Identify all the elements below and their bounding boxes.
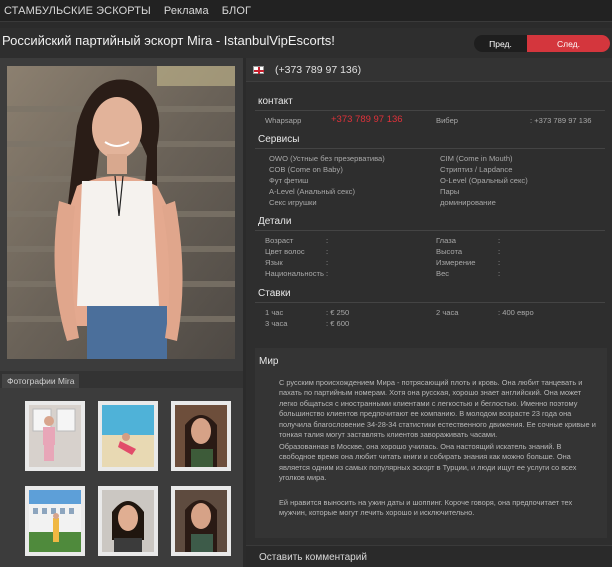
whatsapp-number[interactable]: +373 789 97 136 [331, 114, 403, 125]
detail-language-label: Язык [265, 258, 283, 267]
gallery-thumb-5[interactable] [98, 486, 158, 556]
rate-1h-label: 1 час [265, 308, 284, 317]
detail-colon: : [326, 258, 329, 267]
detail-colon: : [326, 247, 329, 256]
gallery-header: Фотографии Mira [0, 371, 243, 388]
nav-link-advertising[interactable]: Реклама [164, 5, 209, 17]
service-item: OWO (Устные без презерватива) [269, 154, 385, 163]
prev-button[interactable]: Пред. [474, 35, 527, 52]
rate-3h-label: 3 часа [265, 319, 288, 328]
service-item: доминирование [440, 198, 496, 207]
about-paragraph-3: Ей нравится выносить на ужин даты и шопп… [279, 498, 573, 518]
gallery-thumb-3[interactable] [171, 401, 231, 471]
rate-3h-value: : € 600 [326, 319, 350, 328]
top-navigation: СТАМБУЛЬСКИЕ ЭСКОРТЫ Реклама БЛОГ [0, 0, 612, 22]
service-item: Фут фетиш [269, 176, 309, 185]
whatsapp-label: Whapsapp [265, 116, 302, 125]
nav-link-istanbul-escorts[interactable]: СТАМБУЛЬСКИЕ ЭСКОРТЫ [4, 5, 151, 17]
service-item: Стриптиз / Lapdance [440, 165, 513, 174]
gallery-thumb-4[interactable] [25, 486, 85, 556]
services-heading: Сервисы [258, 134, 300, 145]
phone-number[interactable]: (+373 789 97 136) [275, 64, 361, 76]
phone-bar: (+373 789 97 136) [246, 58, 612, 82]
detail-colon: : [498, 236, 501, 245]
detail-eyes-label: Глаза [436, 236, 456, 245]
detail-colon: : [326, 269, 329, 278]
detail-colon: : [498, 258, 501, 267]
about-paragraph-2: Образованная в Москве, она хорошо училас… [279, 442, 577, 483]
detail-age-label: Возраст [265, 236, 294, 245]
service-item: O-Level (Оральный секс) [440, 176, 528, 185]
viber-label: Вибер [436, 116, 459, 125]
service-item: Секс игрушки [269, 198, 317, 207]
about-heading: Мир [259, 356, 279, 367]
next-button[interactable]: След. [527, 35, 610, 52]
rate-1h-value: : € 250 [326, 308, 350, 317]
gallery-label: Фотографии Mira [2, 374, 80, 388]
contacts-heading: контакт [258, 96, 293, 107]
service-item: Пары [440, 187, 460, 196]
rates-divider [255, 302, 605, 303]
rates-heading: Ставки [258, 288, 291, 299]
rate-2h-label: 2 часа [436, 308, 459, 317]
main-photo[interactable] [7, 66, 235, 359]
left-column: Фотографии Mira [0, 58, 243, 567]
details-divider [255, 230, 605, 231]
title-bar: Российский партийный эскорт Mira - Istan… [0, 28, 612, 58]
comment-section: Оставить комментарий [246, 545, 612, 567]
right-column: (+373 789 97 136) контакт Whapsapp +373 … [246, 58, 612, 567]
detail-colon: : [326, 236, 329, 245]
service-item: CIM (Come in Mouth) [440, 154, 513, 163]
gallery-thumb-1[interactable] [25, 401, 85, 471]
detail-height-label: Высота [436, 247, 463, 256]
detail-measurements-label: Измерение [436, 258, 476, 267]
details-heading: Детали [258, 216, 292, 227]
rate-2h-value: : 400 евро [498, 308, 534, 317]
nav-link-blog[interactable]: БЛОГ [222, 5, 251, 17]
detail-colon: : [498, 269, 501, 278]
about-panel: Мир С русским происхождением Мира - потр… [255, 348, 607, 538]
service-item: COB (Come on Baby) [269, 165, 343, 174]
detail-weight-label: Вес [436, 269, 450, 278]
gallery-thumb-6[interactable] [171, 486, 231, 556]
detail-colon: : [498, 247, 501, 256]
contacts-divider [255, 110, 605, 111]
pager: Пред. След. [474, 35, 610, 52]
page-title: Российский партийный эскорт Mira - Istan… [2, 33, 335, 48]
comment-heading[interactable]: Оставить комментарий [259, 552, 367, 563]
services-divider [255, 148, 605, 149]
about-paragraph-1: С русским происхождением Мира - потрясаю… [279, 378, 596, 440]
viber-number[interactable]: : +373 789 97 136 [530, 116, 591, 125]
detail-hair-label: Цвет волос [265, 247, 305, 256]
service-item: A-Level (Анальный секс) [269, 187, 356, 196]
flag-icon [253, 66, 264, 74]
main-photo-illustration [7, 66, 235, 359]
detail-nationality-label: Национальность [265, 269, 324, 278]
gallery-thumb-2[interactable] [98, 401, 158, 471]
